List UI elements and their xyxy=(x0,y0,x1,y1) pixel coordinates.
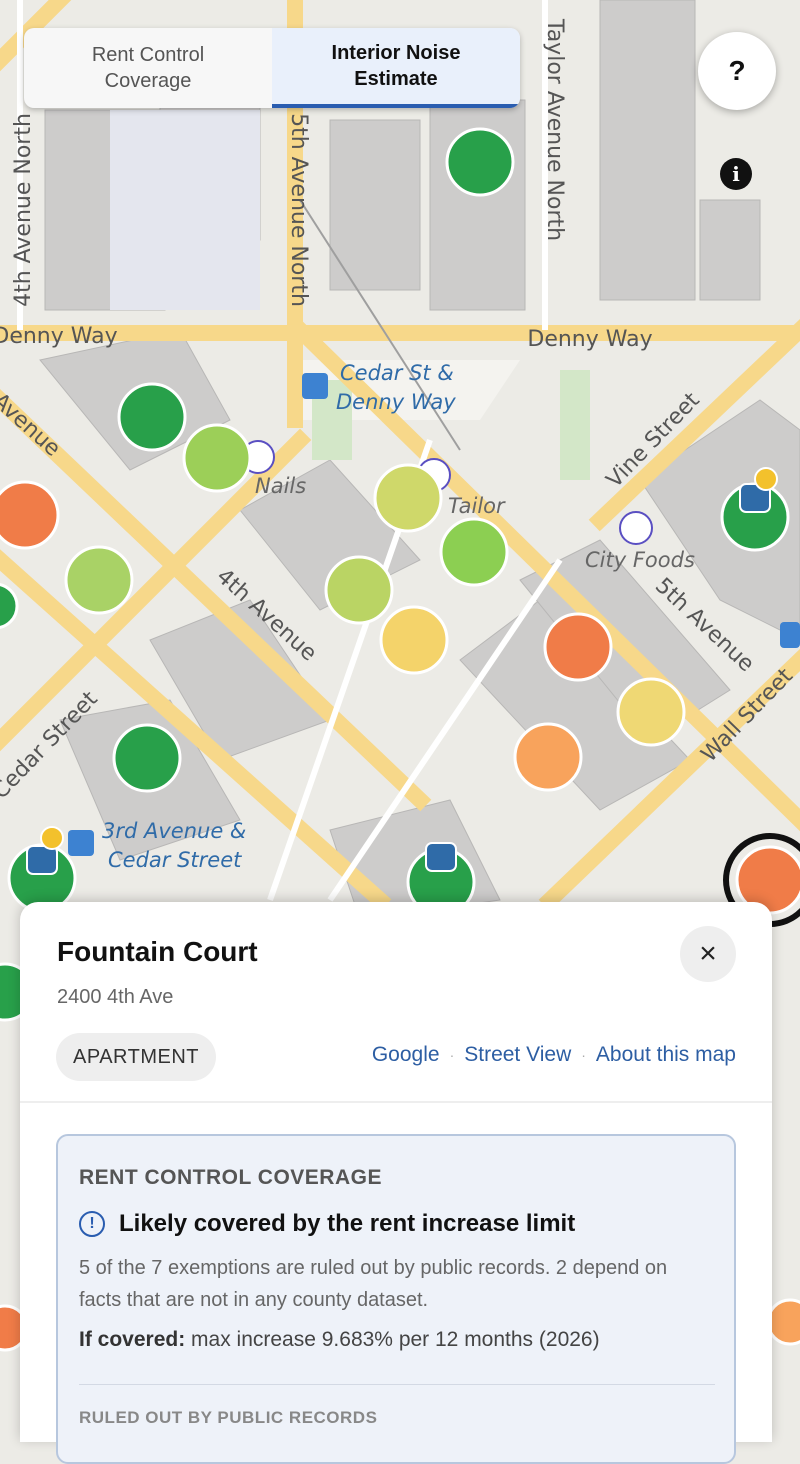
noise-marker[interactable] xyxy=(379,605,449,675)
noise-marker[interactable] xyxy=(616,677,686,747)
max-increase-text: If covered: max increase 9.683% per 12 m… xyxy=(79,1328,600,1352)
divider xyxy=(20,1101,772,1103)
noise-marker[interactable] xyxy=(766,1298,800,1346)
transit-stop-label: 3rd Avenue & xyxy=(102,819,246,843)
alert-icon: ! xyxy=(79,1211,105,1237)
help-button[interactable]: ? xyxy=(698,32,776,110)
star-icon xyxy=(40,826,64,850)
coverage-status: ! Likely covered by the rent increase li… xyxy=(79,1210,575,1238)
building-icon xyxy=(425,842,457,872)
ruled-out-heading: RULED OUT BY PUBLIC RECORDS xyxy=(79,1408,378,1427)
building-icon xyxy=(26,845,58,875)
info-icon[interactable]: i xyxy=(720,158,752,190)
card-heading: RENT CONTROL COVERAGE xyxy=(79,1166,382,1189)
building-details-sheet: Fountain Court 2400 4th Ave × APARTMENT … xyxy=(20,902,772,1464)
shopping-cart-icon[interactable] xyxy=(619,511,653,545)
noise-marker[interactable] xyxy=(543,612,613,682)
link-separator: · xyxy=(449,1047,455,1063)
noise-marker[interactable] xyxy=(445,127,515,197)
street-label: Denny Way xyxy=(0,324,118,349)
bus-stop-icon[interactable] xyxy=(302,373,328,399)
street-label: Taylor Avenue North xyxy=(542,18,567,241)
transit-stop-label: Denny Way xyxy=(336,390,456,414)
about-map-link[interactable]: About this map xyxy=(596,1043,736,1067)
noise-marker[interactable] xyxy=(64,545,134,615)
street-label: 5th Avenue North xyxy=(286,113,311,307)
noise-marker[interactable] xyxy=(182,423,252,493)
coverage-status-text: Likely covered by the rent increase limi… xyxy=(119,1210,576,1237)
street-view-link[interactable]: Street View xyxy=(464,1043,571,1067)
mode-segmented-control: Rent Control Coverage Interior Noise Est… xyxy=(24,28,520,108)
bus-stop-icon[interactable] xyxy=(68,830,94,856)
noise-marker[interactable] xyxy=(513,722,583,792)
noise-marker[interactable] xyxy=(324,555,394,625)
building-name: Fountain Court xyxy=(57,936,258,967)
transit-stop-label: Cedar Street xyxy=(108,848,242,872)
noise-marker[interactable] xyxy=(117,382,187,452)
place-label: Nails xyxy=(255,474,306,498)
google-link[interactable]: Google xyxy=(372,1043,440,1067)
link-separator: · xyxy=(581,1047,586,1063)
bus-stop-icon[interactable] xyxy=(780,622,800,648)
noise-marker[interactable] xyxy=(112,723,182,793)
street-label: Denny Way xyxy=(527,327,652,352)
external-links: Google · Street View · About this map xyxy=(372,1043,736,1067)
coverage-description: 5 of the 7 exemptions are ruled out by p… xyxy=(79,1257,668,1311)
close-button[interactable]: × xyxy=(680,926,736,982)
place-label: Tailor xyxy=(448,494,506,518)
transit-stop-label: Cedar St & xyxy=(340,361,454,385)
noise-marker[interactable] xyxy=(439,517,509,587)
place-label: City Foods xyxy=(585,548,695,572)
noise-marker[interactable] xyxy=(0,480,60,550)
property-type-chip: APARTMENT xyxy=(56,1033,216,1081)
max-increase-label: If covered: xyxy=(79,1328,186,1351)
street-label: 4th Avenue North xyxy=(11,113,36,307)
tab-interior-noise-estimate[interactable]: Interior Noise Estimate xyxy=(272,28,520,108)
tab-rent-control-coverage[interactable]: Rent Control Coverage xyxy=(24,28,272,108)
building-address: 2400 4th Ave xyxy=(57,986,174,1008)
star-icon xyxy=(754,467,778,491)
noise-marker[interactable] xyxy=(373,463,443,533)
rent-control-card: RENT CONTROL COVERAGE ! Likely covered b… xyxy=(56,1134,736,1464)
card-divider xyxy=(79,1384,715,1385)
max-increase-value: max increase 9.683% per 12 months (2026) xyxy=(185,1328,600,1351)
